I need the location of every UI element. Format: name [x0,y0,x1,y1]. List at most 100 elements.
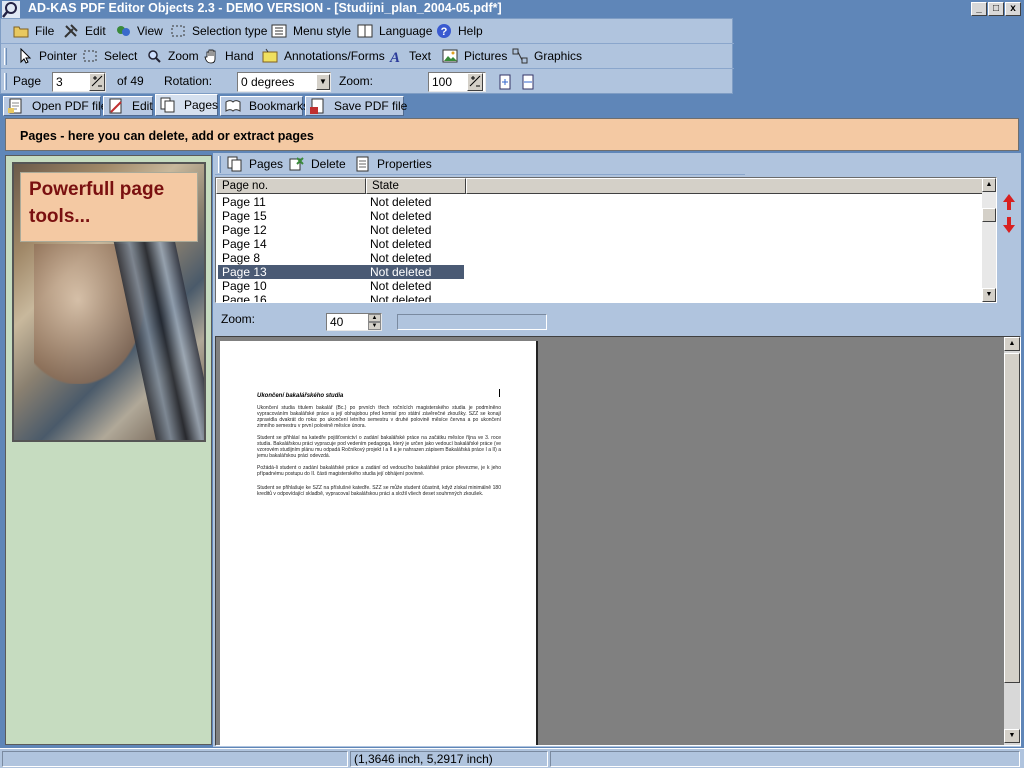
edit-icon [108,98,124,114]
zoom-spin-button[interactable] [467,73,483,91]
menu-help[interactable]: ? Help [436,23,483,39]
menu-file[interactable]: File [13,23,54,39]
tab-pages[interactable]: Pages [155,94,218,116]
tool-text[interactable]: A Text [387,48,431,66]
status-pane-empty [550,751,1020,767]
tab-save-pdf-file[interactable]: Save PDF file [305,96,408,116]
scroll-thumb[interactable] [982,208,996,222]
state-cell: Not deleted [370,209,432,223]
menu-bar: File Edit View Selection type Menu style… [1,19,734,44]
toolbar-grip[interactable] [218,156,221,173]
delete-button[interactable]: Delete [289,156,346,172]
menu-view[interactable]: View [115,23,163,39]
toolbar-grip[interactable] [4,73,7,90]
fit-width-icon[interactable] [520,74,536,90]
scroll-up-arrow[interactable]: ▲ [982,178,996,192]
tool-pointer[interactable]: Pointer [17,47,77,64]
pages-list[interactable]: Page no. State Page 11 Not deleted Page 1… [215,177,997,303]
delete-button-label: Delete [311,157,346,171]
column-state[interactable]: State [366,178,466,194]
page-label: Page [13,74,42,88]
text-a-icon: A [387,48,403,66]
page-cell: Page 11 [222,195,266,209]
tool-annotations-forms[interactable]: Annotations/Forms [262,48,385,64]
fit-page-icon[interactable] [497,74,513,90]
document-page: Ukončení bakalářského studia Ukončení st… [220,341,538,745]
page-cell: Page 8 [222,251,261,265]
move-down-icon[interactable] [1002,216,1016,234]
state-cell: Not deleted [370,293,432,303]
tool-select-label: Select [104,49,138,63]
move-up-icon[interactable] [1002,193,1016,211]
pages-panel: Pages Delete Properties Page no. State P… [213,153,1021,747]
tab-open-pdf-file-label: Open PDF file [32,99,108,113]
scroll-down-arrow[interactable]: ▼ [1004,729,1020,743]
tools-icon [63,23,79,39]
tab-save-pdf-file-label: Save PDF file [334,99,408,113]
tab-bookmarks[interactable]: Bookmarks [220,96,309,116]
selection-rect-icon [170,23,186,39]
close-button[interactable]: x [1005,2,1021,16]
zoom-down-arrow[interactable]: ▼ [368,322,381,330]
promo-text-line-2: tools... [29,206,91,227]
menu-selection-type[interactable]: Selection type [170,23,267,39]
tool-pictures[interactable]: Pictures [442,48,507,64]
menu-style-icon [271,23,287,39]
tab-open-pdf-file[interactable]: Open PDF file [3,96,107,116]
menu-edit[interactable]: Edit [63,23,106,39]
column-page-no[interactable]: Page no. [216,178,366,194]
list-item[interactable]: Page 10 Not deleted [218,279,464,293]
banner-text: Pages - here you can delete, add or extr… [20,129,314,143]
list-header: Page no. State [216,178,984,194]
list-scrollbar[interactable]: ▲ ▼ [982,178,996,302]
minimize-button[interactable]: _ [971,2,987,16]
toolbar-grip[interactable] [4,48,7,65]
tool-graphics-label: Graphics [534,49,583,63]
pages-toolbar: Pages Delete Properties [215,153,745,175]
pointer-icon [17,47,33,64]
page-preview[interactable]: Ukončení bakalářského studia Ukončení st… [215,336,1021,746]
document-paragraph: Ukončení studia titulem bakalář (Bc.) po… [257,405,501,429]
page-cell: Page 14 [222,237,267,251]
status-pane-empty [2,751,348,767]
maximize-button[interactable]: □ [988,2,1004,16]
menu-help-label: Help [458,24,483,38]
pages-icon [227,156,243,172]
tab-edit[interactable]: Edit [103,96,153,116]
pages-button[interactable]: Pages [227,156,283,172]
scroll-up-arrow[interactable]: ▲ [1004,337,1020,351]
document-paragraph: Student se přihlašuje ke SZZ na příslušn… [257,485,501,497]
list-item[interactable]: Page 12 Not deleted [218,223,464,237]
tab-bar: Open PDF file Edit Pages Bookmarks Save … [0,94,1024,116]
list-item[interactable]: Page 11 Not deleted [218,195,464,209]
list-item[interactable]: Page 14 Not deleted [218,237,464,251]
folder-open-icon [13,23,29,39]
page-cell: Page 16 [222,293,267,303]
page-spin-button[interactable] [89,73,105,91]
document-paragraph: Požádá-li student o zadání bakalářské pr… [257,465,501,477]
graphics-icon [512,48,528,64]
preview-zoom-label: Zoom: [221,312,256,326]
rotation-dropdown-arrow[interactable]: ▼ [316,74,330,90]
list-item[interactable]: Page 16 Not deleted [218,293,464,303]
page-cell: Page 15 [222,209,267,223]
tool-select[interactable]: Select [82,48,137,64]
list-item[interactable]: Page 15 Not deleted [218,209,464,223]
properties-button[interactable]: Properties [355,156,432,172]
tool-zoom[interactable]: Zoom [146,48,199,64]
menu-menu-style[interactable]: Menu style [271,23,351,39]
menu-language[interactable]: Language [357,23,432,39]
scroll-thumb[interactable] [1004,353,1020,683]
list-item-selected[interactable]: Page 13 Not deleted [218,265,464,279]
tool-graphics[interactable]: Graphics [512,48,582,64]
tools-toolbar: Pointer Select Zoom Hand Annotations/For… [1,44,734,69]
promo-label: Powerfull page tools... [20,172,198,242]
tool-hand[interactable]: Hand [203,48,254,64]
scroll-down-arrow[interactable]: ▼ [982,288,996,302]
promo-image: Powerfull page tools... [12,162,206,442]
svg-text:?: ? [441,26,448,38]
app-magnifier-icon[interactable] [2,1,20,19]
preview-scrollbar[interactable]: ▲ ▼ [1004,337,1020,745]
zoom-up-arrow[interactable]: ▲ [368,314,381,322]
list-item[interactable]: Page 8 Not deleted [218,251,464,265]
